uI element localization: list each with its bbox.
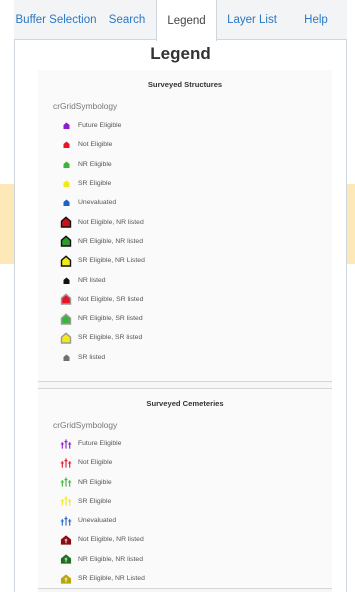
legend-item-label: NR Eligible, SR listed (78, 315, 143, 323)
legend-item-label: SR Eligible (78, 180, 112, 188)
cemetery-house-icon (60, 573, 72, 585)
legend-item: Not Eligible, NR listed (38, 530, 332, 549)
legend-item-label: Not Eligible (78, 459, 113, 467)
legend-item: Not Eligible, NR listed (38, 212, 332, 231)
tab-bar: Buffer Selection Search Legend Layer Lis… (14, 0, 347, 41)
cemetery-house-icon (60, 534, 72, 546)
tab-help[interactable]: Help (287, 0, 345, 40)
small-house-icon (60, 178, 72, 190)
legend-item: Not Eligible (38, 453, 332, 472)
legend-item: Unevaluated (38, 511, 332, 530)
outlined-house-icon (60, 255, 72, 267)
tab-layer-list[interactable]: Layer List (217, 0, 287, 40)
crosses-icon (60, 438, 72, 450)
legend-item: SR Eligible (38, 492, 332, 511)
crosses-icon (60, 515, 72, 527)
outlined-house-icon (60, 216, 72, 228)
small-house-icon (60, 197, 72, 209)
tab-search[interactable]: Search (98, 0, 156, 40)
section-title: Surveyed Cemeteries (146, 398, 224, 408)
legend-item: SR Eligible (38, 174, 332, 193)
legend-item: NR Eligible, NR listed (38, 232, 332, 251)
tab-legend[interactable]: Legend (156, 0, 217, 41)
small-house-icon (60, 274, 72, 286)
legend-item: NR Eligible (38, 155, 332, 174)
crosses-icon (60, 495, 72, 507)
small-house-icon (60, 139, 72, 151)
legend-item-label: Not Eligible, SR listed (78, 295, 144, 303)
cemetery-house-icon (60, 553, 72, 565)
panel-title: Legend (150, 44, 211, 63)
crosses-icon (60, 476, 72, 488)
section-title: Surveyed Structures (147, 80, 223, 89)
legend-item: Future Eligible (38, 434, 332, 453)
legend-item-label: NR Eligible, NR listed (78, 555, 143, 563)
gray-outlined-house-icon (60, 332, 72, 344)
crosses-icon (60, 457, 72, 469)
legend-item-label: Not Eligible, NR listed (78, 536, 144, 544)
small-house-icon (60, 351, 72, 363)
legend-item: NR listed (38, 270, 332, 289)
gray-outlined-house-icon (60, 293, 72, 306)
legend-item-label: SR listed (78, 353, 106, 361)
tab-buffer-selection[interactable]: Buffer Selection (14, 0, 98, 40)
legend-item: Not Eligible (38, 135, 332, 154)
legend-item: Not Eligible, SR listed (38, 290, 332, 309)
legend-item: NR Eligible, SR listed (38, 309, 332, 328)
legend-section-structures: Surveyed Structures crGridSymbology Futu… (38, 70, 332, 382)
gray-outlined-house-icon (60, 312, 72, 325)
legend-item: SR Eligible, NR Listed (38, 569, 332, 588)
legend-item-label: SR Eligible, SR listed (78, 334, 143, 342)
legend-item-label: NR Eligible, NR listed (78, 237, 143, 245)
legend-item-label: SR Eligible (78, 497, 112, 505)
legend-item: NR Eligible, NR listed (38, 550, 332, 569)
legend-item-label: SR Eligible, NR Listed (78, 257, 145, 265)
legend-item-label: Not Eligible (78, 141, 113, 149)
legend-item: Future Eligible (38, 116, 332, 135)
legend-item-label: Unevaluated (78, 517, 117, 525)
legend-item-label: NR Eligible (78, 160, 112, 168)
legend-section-cemeteries: Surveyed Cemeteries crGridSymbology Futu… (38, 387, 332, 590)
legend-item-label: SR Eligible, NR Listed (78, 575, 145, 583)
outlined-house-icon (60, 235, 72, 248)
legend-content[interactable]: Surveyed Structures crGridSymbology Futu… (38, 70, 332, 592)
legend-item-label: NR Eligible (78, 478, 112, 486)
legend-item: SR listed (38, 348, 332, 367)
legend-item-label: Future Eligible (78, 440, 122, 447)
symbology-name: crGridSymbology (53, 419, 118, 430)
legend-item-label: Unevaluated (78, 199, 117, 207)
legend-item: NR Eligible (38, 472, 332, 491)
legend-item-label: Future Eligible (78, 122, 122, 130)
legend-item-label: Not Eligible, NR listed (78, 218, 144, 226)
small-house-icon (60, 120, 72, 132)
symbology-name: crGridSymbology (53, 101, 118, 111)
legend-item-label: NR listed (78, 276, 106, 284)
legend-item: Unevaluated (38, 193, 332, 212)
legend-item: SR Eligible, NR Listed (38, 251, 332, 270)
legend-item: SR Eligible, SR listed (38, 328, 332, 347)
small-house-icon (60, 158, 72, 170)
